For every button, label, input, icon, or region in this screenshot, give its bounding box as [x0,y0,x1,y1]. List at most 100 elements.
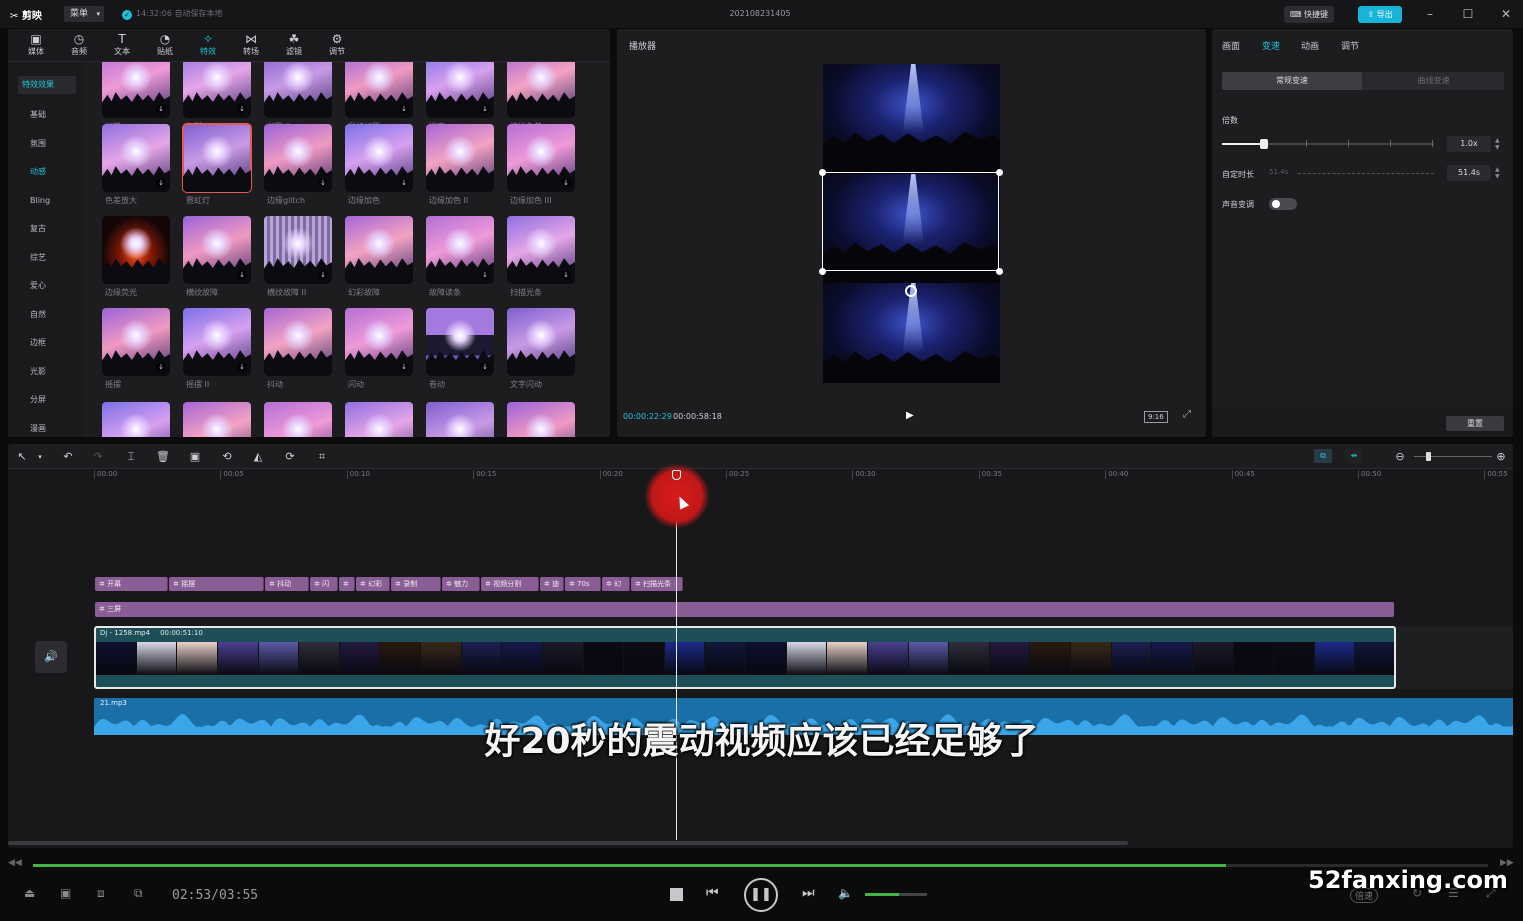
category-item[interactable]: 自然 [18,306,76,324]
snap-icon[interactable]: ⇹ [1345,449,1363,463]
tab-adjust[interactable]: ⚙ 调节 [319,31,355,61]
effect-thumbnail[interactable]: ↓ [183,216,251,284]
mute-track-icon[interactable]: 🔊 [35,641,67,673]
category-item[interactable]: 基础 [18,106,76,124]
subtitle-icon[interactable]: ⧉ [134,886,143,901]
outer-progress-bar[interactable] [33,864,1488,867]
play-icon[interactable]: ▶ [906,410,914,421]
ratio-button[interactable]: 9:16 [1144,411,1168,423]
close-icon[interactable]: ✕ [1496,5,1516,23]
selection-box[interactable] [822,172,999,271]
category-item[interactable]: 边框 [18,334,76,352]
download-icon[interactable]: ↓ [237,104,247,114]
effect-thumbnail[interactable]: ↓ [264,402,332,437]
pause-icon[interactable]: ❚❚ [744,878,778,912]
effect-clip[interactable]: ✲ 录制 [391,577,441,591]
volume-slider[interactable] [865,893,927,896]
download-icon[interactable]: ↓ [156,362,166,372]
effect-thumbnail[interactable]: ↓ [102,62,170,118]
mirror-icon[interactable]: ◭ [250,449,266,465]
minimize-icon[interactable]: – [1420,5,1440,23]
download-icon[interactable]: ↓ [237,362,247,372]
category-item[interactable]: 复古 [18,220,76,238]
tab-effects[interactable]: ✧ 特效 [190,31,226,61]
effect-thumbnail[interactable]: ↓ [345,62,413,118]
freeze-frame-icon[interactable]: ▣ [187,449,203,465]
pitch-toggle[interactable] [1269,198,1297,210]
download-icon[interactable]: ↓ [561,178,571,188]
effect-clip[interactable]: ✲ 幻 [602,577,630,591]
effect-thumbnail[interactable]: ↓ [345,402,413,437]
redo-icon[interactable]: ↷ [90,449,106,465]
effect-thumbnail[interactable] [182,123,252,193]
download-icon[interactable]: ↓ [318,178,328,188]
resize-handle-bl[interactable] [819,268,826,275]
download-icon[interactable]: ↓ [399,178,409,188]
category-item[interactable]: 漫画 [18,420,76,438]
duration-stepper-icon[interactable]: ▲ ▼ [1495,166,1500,180]
zoom-slider[interactable] [1414,452,1492,461]
screenshot-icon[interactable]: ▣ [60,886,71,900]
effect-thumbnail[interactable] [264,308,332,376]
property-tab[interactable]: 画面 [1222,39,1240,52]
effect-thumbnail[interactable] [426,402,494,437]
reverse-icon[interactable]: ⟲ [219,449,235,465]
menu-button[interactable]: 菜单 ▾ [64,6,104,22]
property-tab[interactable]: 动画 [1301,39,1319,52]
effect-clip[interactable]: ✲ [339,577,355,591]
effect-thumbnail[interactable]: ↓ [507,216,575,284]
eject-icon[interactable]: ⏏ [24,886,35,900]
tab-filter[interactable]: ☘ 滤镜 [276,31,312,61]
speed-mode-curve[interactable]: 曲线变速 [1363,72,1504,90]
tab-audio[interactable]: ◷ 音频 [61,31,97,61]
effect-thumbnail[interactable]: ↓ [426,216,494,284]
effect-thumbnail[interactable]: ↓ [507,402,575,437]
download-icon[interactable]: ↓ [480,104,490,114]
effect-thumbnail[interactable] [345,216,413,284]
effect-thumbnail[interactable] [183,402,251,437]
download-icon[interactable]: ↓ [480,270,490,280]
stop-icon[interactable] [670,888,683,901]
maximize-icon[interactable]: ☐ [1458,5,1478,23]
tab-media[interactable]: ▣ 媒体 [18,31,54,61]
tab-transition[interactable]: ⋈ 转场 [233,31,269,61]
effect-clip[interactable]: ✲ 抖动 [265,577,309,591]
effect-thumbnail[interactable]: ↓ [183,308,251,376]
resize-handle-tl[interactable] [819,169,826,176]
download-icon[interactable]: ↓ [480,362,490,372]
download-icon[interactable]: ↓ [561,270,571,280]
zoom-out-icon[interactable]: ⊖ [1392,449,1408,465]
effect-thumbnail[interactable]: ↓ [345,124,413,192]
effect-thumbnail[interactable]: ↓ [345,308,413,376]
download-icon[interactable]: ↓ [399,104,409,114]
effect-thumbnail[interactable]: ↓ [264,216,332,284]
effect-thumbnail[interactable]: ↓ [426,62,494,118]
caption-icon[interactable]: ⧈ [97,886,105,901]
effect-thumbnail[interactable]: ↓ [264,124,332,192]
category-header[interactable]: 特效效果 [18,76,76,94]
duration-slider[interactable] [1298,173,1434,174]
download-icon[interactable]: ↓ [318,270,328,280]
effect-thumbnail[interactable] [264,62,332,118]
rotate-handle-icon[interactable] [905,285,917,297]
category-item[interactable]: 氛围 [18,135,76,153]
effect-clip[interactable]: ✲ 视频分割 [481,577,539,591]
tab-text[interactable]: T 文本 [104,31,140,61]
category-item[interactable]: 综艺 [18,249,76,267]
undo-icon[interactable]: ↶ [60,449,76,465]
shortcut-button[interactable]: ⌨ 快捷键 [1284,6,1334,23]
rewind-icon[interactable]: ◀◀ [8,858,22,868]
effect-thumbnail[interactable] [102,216,170,284]
effect-clip[interactable]: ✲ 70s [565,577,601,591]
property-tab[interactable]: 变速 [1262,39,1280,52]
duration-input[interactable]: 51.4s [1447,165,1491,181]
next-icon[interactable]: ⏭ [802,885,815,901]
effect-clip-sanping[interactable]: ✲ 三屏 [95,602,1394,617]
category-item[interactable]: 动感 [18,163,76,181]
category-item[interactable]: Bling [18,192,76,210]
playhead-handle[interactable] [672,470,681,480]
resize-handle-tr[interactable] [996,169,1003,176]
effect-thumbnail[interactable]: ↓ [507,124,575,192]
zoom-slider-knob[interactable] [1426,452,1431,461]
category-item[interactable]: 分屏 [18,391,76,409]
